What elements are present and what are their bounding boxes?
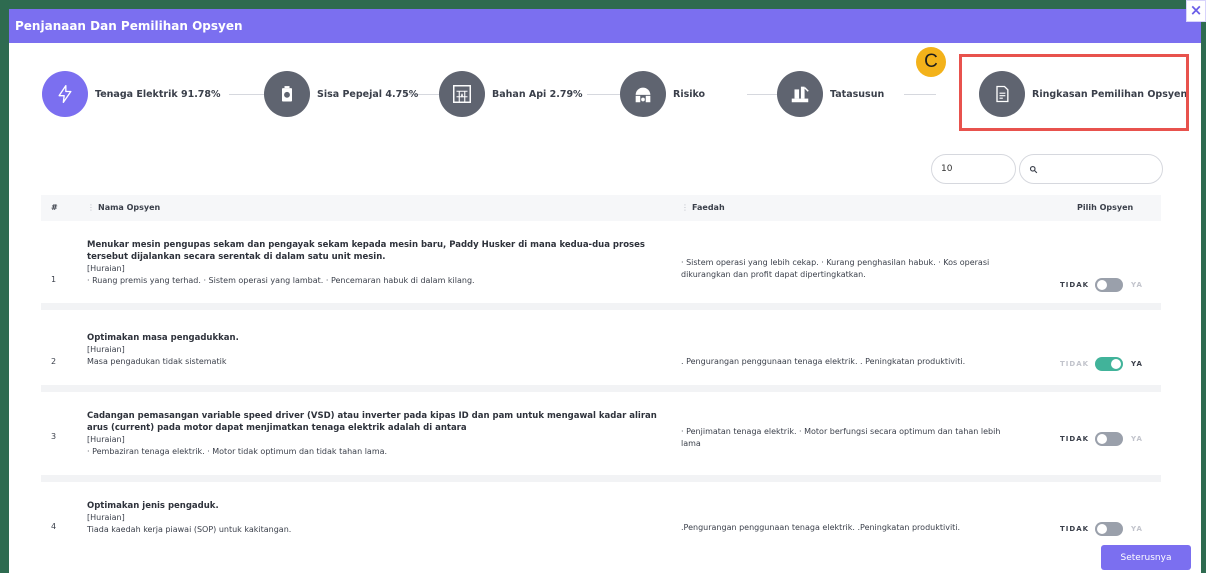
- option-description: Masa pengadukan tidak sistematik: [87, 357, 227, 366]
- row-number: 4: [51, 522, 57, 531]
- step-tenaga-elektrik[interactable]: Tenaga Elektrik 91.78%: [42, 71, 221, 117]
- toggle-switch[interactable]: [1095, 432, 1124, 446]
- step-connector: [904, 94, 936, 95]
- option-title: Optimakan jenis pengaduk.: [87, 501, 219, 511]
- lightning-icon: [42, 71, 88, 117]
- step-sisa-pepejal[interactable]: Sisa Pepejal 4.75%: [264, 71, 418, 117]
- toggle-no-label: TIDAK: [1060, 435, 1090, 443]
- page-size-select[interactable]: 10: [931, 154, 1016, 184]
- option-tag: [Huraian]: [87, 513, 125, 522]
- toggle-switch[interactable]: [1095, 357, 1124, 371]
- search-input[interactable]: [1042, 164, 1152, 174]
- search-icon: [1029, 165, 1038, 173]
- furnace-icon: [439, 71, 485, 117]
- highlight-box: [959, 54, 1189, 131]
- step-bahan-api[interactable]: Bahan Api 2.79%: [439, 71, 583, 117]
- step-connector: [229, 94, 264, 95]
- row-number: 3: [51, 432, 57, 441]
- benefit-cell: · Sistem operasi yang lebih cekap. · Kur…: [681, 258, 990, 279]
- step-connector: [587, 94, 620, 95]
- step-label: Bahan Api 2.79%: [492, 88, 583, 100]
- toggle-switch[interactable]: [1095, 278, 1124, 292]
- header-benefit[interactable]: ⋮ Faedah: [681, 195, 725, 221]
- option-title: Menukar mesin pengupas sekam dan pengaya…: [87, 240, 645, 262]
- table-row: 1 Menukar mesin pengupas sekam dan penga…: [41, 221, 1161, 310]
- toggle-yes-label: YA: [1131, 281, 1143, 289]
- table-row: 2 Optimakan masa pengadukkan. [Huraian] …: [41, 310, 1161, 392]
- step-label: Tenaga Elektrik 91.78%: [95, 88, 221, 100]
- header-name[interactable]: ⋮ Nama Opsyen: [87, 195, 160, 221]
- close-icon[interactable]: ×: [1186, 0, 1206, 22]
- option-description: Tiada kaedah kerja piawai (SOP) untuk ka…: [87, 525, 292, 534]
- option-description: · Pembaziran tenaga elektrik. · Motor ti…: [87, 447, 388, 456]
- toggle-no-label: TIDAK: [1060, 360, 1090, 368]
- option-tag: [Huraian]: [87, 264, 125, 273]
- step-connector: [747, 94, 777, 95]
- option-cell: Cadangan pemasangan variable speed drive…: [87, 410, 657, 458]
- step-label: Tatasusun: [830, 88, 885, 100]
- toggle-switch[interactable]: [1095, 522, 1124, 536]
- toggle-no-label: TIDAK: [1060, 525, 1090, 533]
- option-cell: Optimakan masa pengadukkan. [Huraian] Ma…: [87, 332, 657, 368]
- risk-icon: [620, 71, 666, 117]
- machinery-icon: [777, 71, 823, 117]
- option-toggle[interactable]: TIDAK YA: [1060, 432, 1143, 446]
- option-modal: Penjanaan Dan Pemilihan Opsyen Tenaga El…: [9, 9, 1201, 573]
- option-tag: [Huraian]: [87, 435, 125, 444]
- table-row: 4 Optimakan jenis pengaduk. [Huraian] Ti…: [41, 482, 1161, 554]
- benefit-cell: .Pengurangan penggunaan tenaga elektrik.…: [681, 523, 961, 532]
- step-label: Sisa Pepejal 4.75%: [317, 88, 419, 100]
- header-choose: Pilih Opsyen: [1077, 203, 1134, 212]
- option-toggle[interactable]: TIDAK YA: [1060, 522, 1143, 536]
- option-tag: [Huraian]: [87, 345, 125, 354]
- sort-icon: ⋮: [681, 203, 689, 212]
- sort-icon: ⋮: [87, 203, 95, 212]
- options-table: # ⋮ Nama Opsyen ⋮ Faedah Pilih Opsyen 1 Me…: [41, 195, 1161, 554]
- table-header: # ⋮ Nama Opsyen ⋮ Faedah Pilih Opsyen: [41, 195, 1161, 221]
- search-box[interactable]: [1019, 154, 1163, 184]
- toggle-yes-label: YA: [1131, 360, 1143, 368]
- option-cell: Menukar mesin pengupas sekam dan pengaya…: [87, 239, 657, 287]
- table-row: 3 Cadangan pemasangan variable speed dri…: [41, 392, 1161, 482]
- header-benefit-label: Faedah: [692, 203, 725, 212]
- toggle-no-label: TIDAK: [1060, 281, 1090, 289]
- step-tatasusun[interactable]: Tatasusun: [777, 71, 884, 117]
- next-button[interactable]: Seterusnya: [1101, 545, 1191, 570]
- step-risiko[interactable]: Risiko: [620, 71, 705, 117]
- option-title: Optimakan masa pengadukkan.: [87, 333, 239, 343]
- toggle-yes-label: YA: [1131, 435, 1143, 443]
- benefit-cell: . Pengurangan penggunaan tenaga elektrik…: [681, 357, 966, 366]
- toggle-yes-label: YA: [1131, 525, 1143, 533]
- header-name-label: Nama Opsyen: [98, 203, 161, 212]
- option-cell: Optimakan jenis pengaduk. [Huraian] Tiad…: [87, 500, 657, 536]
- row-number: 1: [51, 275, 57, 284]
- annotation-marker: C: [916, 47, 946, 77]
- header-num: #: [51, 203, 58, 212]
- row-number: 2: [51, 357, 57, 366]
- option-toggle[interactable]: TIDAK YA: [1060, 278, 1143, 292]
- option-toggle[interactable]: TIDAK YA: [1060, 357, 1143, 371]
- option-description: · Ruang premis yang terhad. · Sistem ope…: [87, 276, 475, 285]
- option-title: Cadangan pemasangan variable speed drive…: [87, 411, 657, 433]
- modal-title: Penjanaan Dan Pemilihan Opsyen: [9, 9, 1201, 43]
- benefit-cell: · Penjimatan tenaga elektrik. · Motor be…: [681, 427, 1001, 448]
- step-label: Risiko: [673, 88, 706, 100]
- waste-bin-icon: [264, 71, 310, 117]
